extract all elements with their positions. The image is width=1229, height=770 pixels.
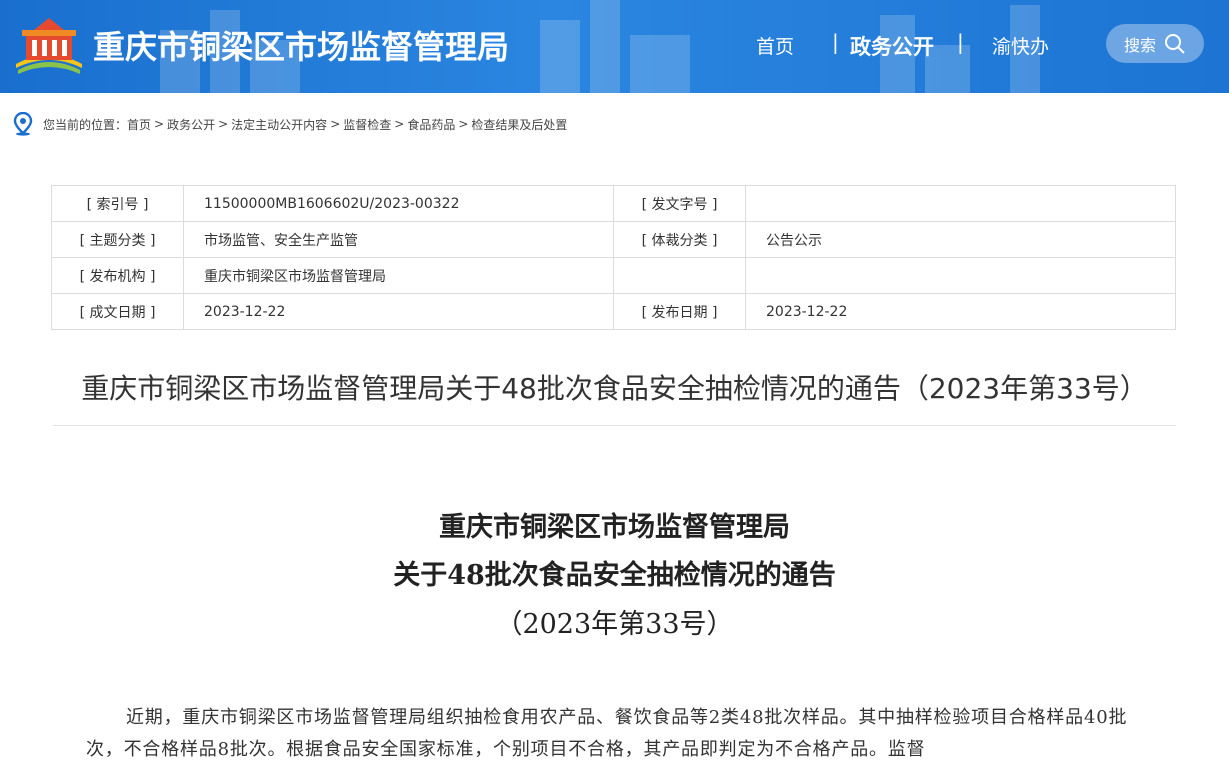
breadcrumb: 您当前的位置： 首页 > 政务公开 > 法定主动公开内容 > 监督检查 > 食品…: [12, 112, 567, 136]
table-row: [ 主题分类 ] 市场监管、安全生产监管 [ 体裁分类 ] 公告公示: [51, 221, 1176, 258]
body-title-line3: （2023年第33号）: [495, 609, 734, 640]
meta-label-index-no: [ 索引号 ]: [51, 185, 184, 222]
site-title[interactable]: 重庆市铜梁区市场监督管理局: [93, 22, 509, 68]
document-title: 重庆市铜梁区市场监督管理局关于48批次食品安全抽检情况的通告（2023年第33号…: [81, 372, 1148, 405]
breadcrumb-separator: >: [394, 117, 405, 131]
nav-separator: |: [832, 30, 839, 54]
nav-yu-kuai-ban-link[interactable]: 渝快办: [992, 32, 1049, 59]
bureau-logo-icon: [16, 18, 82, 74]
meta-value-written-date: 2023-12-22: [183, 293, 614, 330]
meta-value-publisher: 重庆市铜梁区市场监督管理局: [183, 257, 614, 294]
meta-label-doc-no: [ 发文字号 ]: [613, 185, 746, 222]
meta-label-publish-date: [ 发布日期 ]: [613, 293, 746, 330]
body-title-line2: 关于48批次食品安全抽检情况的通告: [393, 560, 836, 591]
meta-label-publisher: [ 发布机构 ]: [51, 257, 184, 294]
breadcrumb-food-drug[interactable]: 食品药品: [407, 116, 455, 133]
breadcrumb-supervision[interactable]: 监督检查: [343, 116, 391, 133]
meta-value-index-no: 11500000MB1606602U/2023-00322: [183, 185, 614, 222]
breadcrumb-inspection-results[interactable]: 检查结果及后处置: [471, 116, 567, 133]
search-button[interactable]: 搜索: [1106, 24, 1204, 63]
table-row: [ 索引号 ] 11500000MB1606602U/2023-00322 [ …: [51, 185, 1176, 222]
breadcrumb-prefix: 您当前的位置：: [43, 117, 128, 132]
body-paragraph: 近期，重庆市铜梁区市场监督管理局组织抽检食用农产品、餐饮食品等2类48批次样品。…: [86, 707, 1128, 760]
table-row: [ 成文日期 ] 2023-12-22 [ 发布日期 ] 2023-12-22: [51, 293, 1176, 330]
divider: [53, 425, 1176, 426]
table-row: [ 发布机构 ] 重庆市铜梁区市场监督管理局: [51, 257, 1176, 294]
body-title-line1: 重庆市铜梁区市场监督管理局: [439, 512, 790, 543]
breadcrumb-home[interactable]: 首页: [127, 116, 151, 133]
location-pin-icon: [13, 112, 33, 136]
nav-home-link[interactable]: 首页: [756, 32, 794, 59]
meta-value-doc-no: [745, 185, 1176, 222]
meta-label-genre: [ 体裁分类 ]: [613, 221, 746, 258]
meta-label-empty: [613, 257, 746, 294]
nav-gov-open-link[interactable]: 政务公开: [850, 31, 934, 61]
search-icon: [1165, 33, 1185, 54]
breadcrumb-separator: >: [218, 117, 229, 131]
meta-label-topic: [ 主题分类 ]: [51, 221, 184, 258]
breadcrumb-separator: >: [154, 117, 165, 131]
breadcrumb-statutory-content[interactable]: 法定主动公开内容: [231, 116, 327, 133]
search-button-label: 搜索: [1123, 35, 1156, 55]
breadcrumb-gov-open[interactable]: 政务公开: [167, 116, 215, 133]
meta-value-empty: [745, 257, 1176, 294]
meta-value-genre: 公告公示: [745, 221, 1176, 258]
meta-label-written-date: [ 成文日期 ]: [51, 293, 184, 330]
meta-value-topic: 市场监管、安全生产监管: [183, 221, 614, 258]
nav-separator: |: [957, 30, 964, 54]
site-header: 重庆市铜梁区市场监督管理局 首页 | 政务公开 | 渝快办 搜索: [0, 0, 1229, 93]
document-metadata-table: [ 索引号 ] 11500000MB1606602U/2023-00322 [ …: [51, 185, 1176, 330]
breadcrumb-separator: >: [330, 117, 341, 131]
breadcrumb-separator: >: [458, 117, 469, 131]
meta-value-publish-date: 2023-12-22: [745, 293, 1176, 330]
